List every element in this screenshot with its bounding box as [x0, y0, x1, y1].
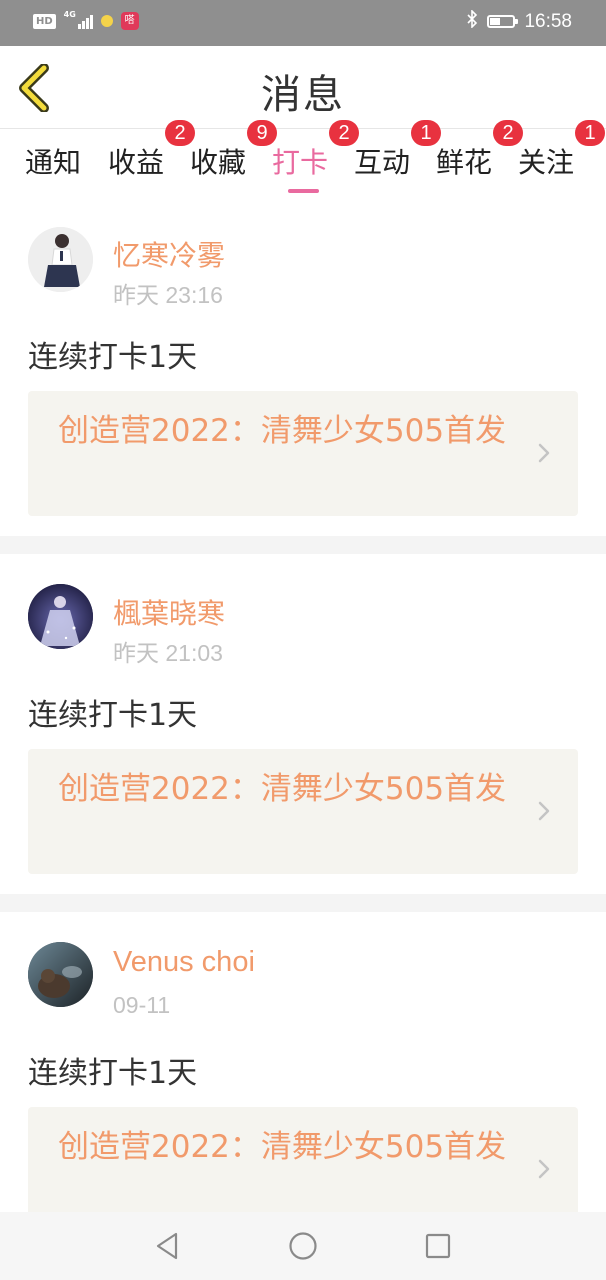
divider [0, 894, 606, 912]
tab-interactions[interactable]: 互动 1 [354, 120, 441, 181]
chevron-right-icon [538, 443, 550, 463]
battery-icon [487, 15, 519, 28]
feed-item: Venus choi 09-11 连续打卡1天 创造营2022：清舞少女505首… [0, 912, 606, 1252]
divider [0, 536, 606, 554]
work-title: 创造营2022：清舞少女505首发 [58, 1129, 507, 1165]
tab-favorites[interactable]: 收藏 9 [190, 120, 277, 181]
tab-flowers[interactable]: 鲜花 2 [436, 120, 523, 181]
work-link-card[interactable]: 创造营2022：清舞少女505首发 [28, 749, 578, 874]
work-title: 创造营2022：清舞少女505首发 [58, 771, 507, 807]
hd-icon: HD [33, 13, 56, 29]
tab-badge: 1 [575, 120, 605, 146]
active-tab-indicator [288, 189, 319, 193]
tab-label: 通知 [25, 146, 82, 179]
feed-item: 忆寒冷雾 昨天 23:16 连续打卡1天 创造营2022：清舞少女505首发 [0, 196, 606, 536]
message-tabs: 通知 收益 2 收藏 9 打卡 2 互动 1 鲜花 2 关注 1 [0, 120, 606, 195]
avatar-image [28, 584, 93, 649]
checkin-text: 连续打卡1天 [28, 340, 198, 375]
battery-level [490, 18, 501, 25]
tab-label: 收益 [108, 146, 165, 179]
circle-home-icon[interactable] [287, 1230, 319, 1262]
tab-label: 互动 [354, 146, 411, 179]
app-notification-icon: 嗒 [120, 12, 139, 30]
tab-earnings[interactable]: 收益 2 [108, 120, 195, 181]
timestamp: 昨天 21:03 [113, 640, 223, 666]
checkin-feed: 忆寒冷雾 昨天 23:16 连续打卡1天 创造营2022：清舞少女505首发 楓… [0, 196, 606, 1252]
square-recent-icon[interactable] [422, 1230, 454, 1262]
network-type-label: 4G [63, 10, 76, 19]
checkin-text: 连续打卡1天 [28, 1056, 198, 1091]
feed-item: 楓葉晓寒 昨天 21:03 连续打卡1天 创造营2022：清舞少女505首发 [0, 554, 606, 894]
tab-label: 打卡 [272, 146, 329, 179]
tab-notifications[interactable]: 通知 [25, 141, 81, 181]
chevron-right-icon [538, 1159, 550, 1179]
page-title: 消息 [261, 72, 345, 118]
timestamp: 昨天 23:16 [113, 282, 223, 308]
tab-following[interactable]: 关注 1 [518, 120, 605, 181]
work-link-card[interactable]: 创造营2022：清舞少女505首发 [28, 391, 578, 516]
avatar[interactable] [28, 942, 93, 1007]
bluetooth-icon [466, 9, 478, 33]
triangle-back-icon[interactable] [152, 1230, 184, 1262]
signal-icon: 4G [63, 10, 93, 29]
status-bar: HD 4G 嗒 16:58 [0, 0, 606, 46]
clock: 16:58 [524, 10, 572, 32]
system-nav-bar [0, 1212, 606, 1280]
status-right-icons: 16:58 [466, 9, 572, 33]
timestamp: 09-11 [113, 992, 171, 1018]
avatar-image [28, 942, 93, 1007]
chevron-right-icon [538, 801, 550, 821]
username[interactable]: 忆寒冷雾 [113, 234, 225, 274]
bulb-icon [100, 15, 113, 27]
username[interactable]: 楓葉晓寒 [113, 592, 225, 632]
avatar-image [28, 227, 93, 292]
work-title: 创造营2022：清舞少女505首发 [58, 413, 507, 449]
app-header: 消息 [0, 46, 606, 129]
tab-label: 收藏 [190, 146, 247, 179]
status-left-icons: HD 4G 嗒 [33, 10, 139, 30]
avatar[interactable] [28, 227, 93, 292]
checkin-text: 连续打卡1天 [28, 698, 198, 733]
username[interactable]: Venus choi [113, 946, 255, 979]
avatar[interactable] [28, 584, 93, 649]
tab-label: 关注 [518, 146, 575, 179]
tab-checkin[interactable]: 打卡 2 [272, 120, 359, 193]
tab-label: 鲜花 [436, 146, 493, 179]
